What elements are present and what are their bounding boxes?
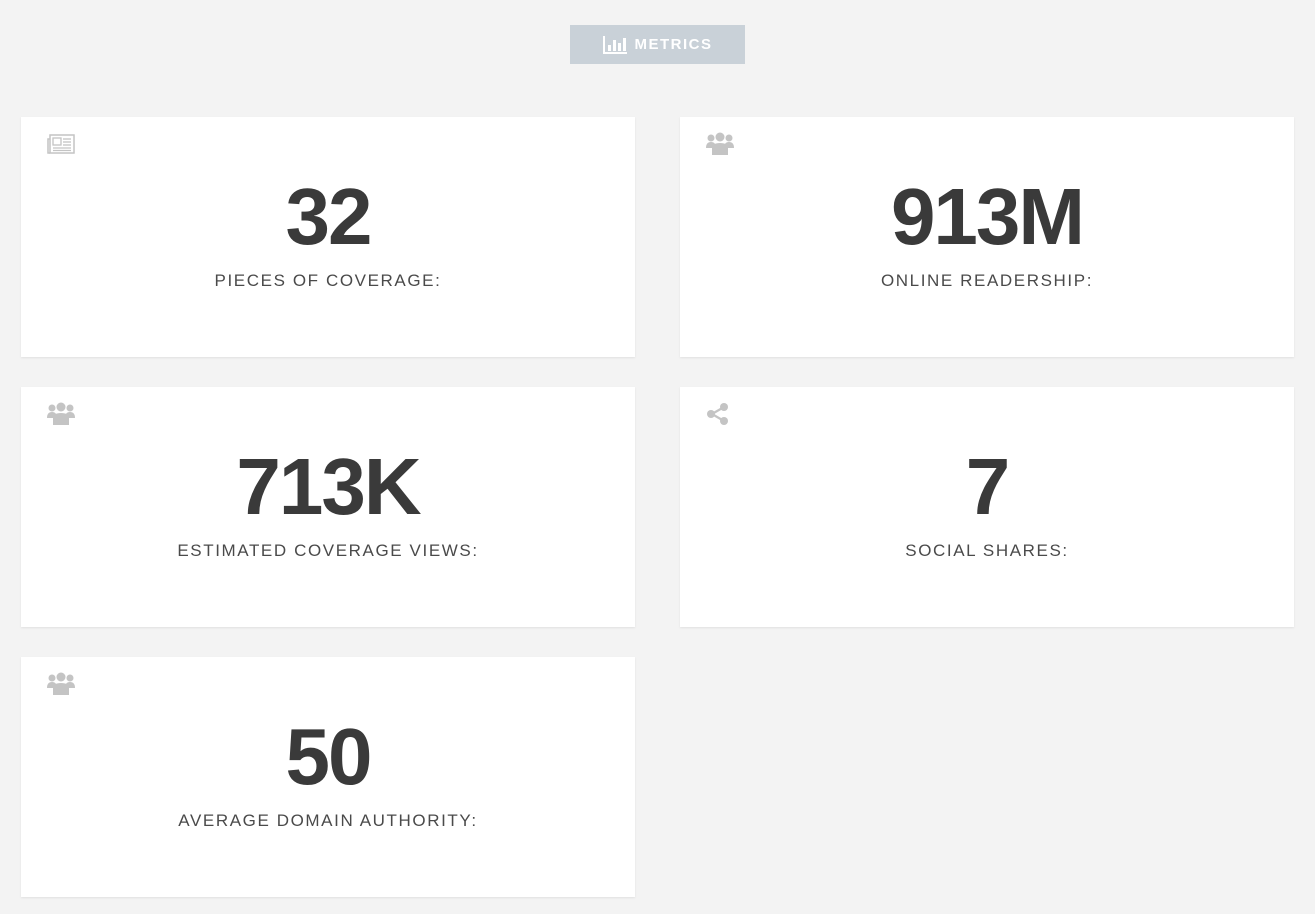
metrics-header-label: METRICS bbox=[634, 36, 713, 53]
metric-label: PIECES OF COVERAGE: bbox=[214, 271, 442, 290]
metrics-header-badge: METRICS bbox=[570, 25, 745, 64]
metric-label: SOCIAL SHARES: bbox=[905, 541, 1069, 560]
metrics-page: METRICS 32 PIECES OF COVERAGE: 913M ONLI… bbox=[0, 0, 1315, 914]
users-icon bbox=[706, 131, 736, 157]
metric-value: 32 bbox=[285, 172, 373, 261]
metric-card-online-readership: 913M ONLINE READERSHIP: bbox=[680, 117, 1294, 357]
metric-value: 913M bbox=[890, 172, 1085, 261]
metric-value: 50 bbox=[285, 712, 373, 801]
metric-label: ESTIMATED COVERAGE VIEWS: bbox=[177, 541, 479, 560]
users-icon bbox=[47, 401, 77, 427]
metric-card-pieces-of-coverage: 32 PIECES OF COVERAGE: bbox=[21, 117, 635, 357]
metric-label: ONLINE READERSHIP: bbox=[880, 271, 1094, 290]
metric-card-estimated-coverage-views: 713K ESTIMATED COVERAGE VIEWS: bbox=[21, 387, 635, 627]
metric-value: 7 bbox=[965, 442, 1011, 531]
metric-card-average-domain-authority: 50 AVERAGE DOMAIN AUTHORITY: bbox=[21, 657, 635, 897]
users-icon bbox=[47, 671, 77, 697]
bar-chart-icon bbox=[602, 35, 627, 54]
metric-label: AVERAGE DOMAIN AUTHORITY: bbox=[178, 811, 478, 830]
share-icon bbox=[706, 401, 736, 427]
metric-value: 713K bbox=[236, 442, 421, 531]
newspaper-icon bbox=[47, 131, 77, 157]
metric-card-social-shares: 7 SOCIAL SHARES: bbox=[680, 387, 1294, 627]
